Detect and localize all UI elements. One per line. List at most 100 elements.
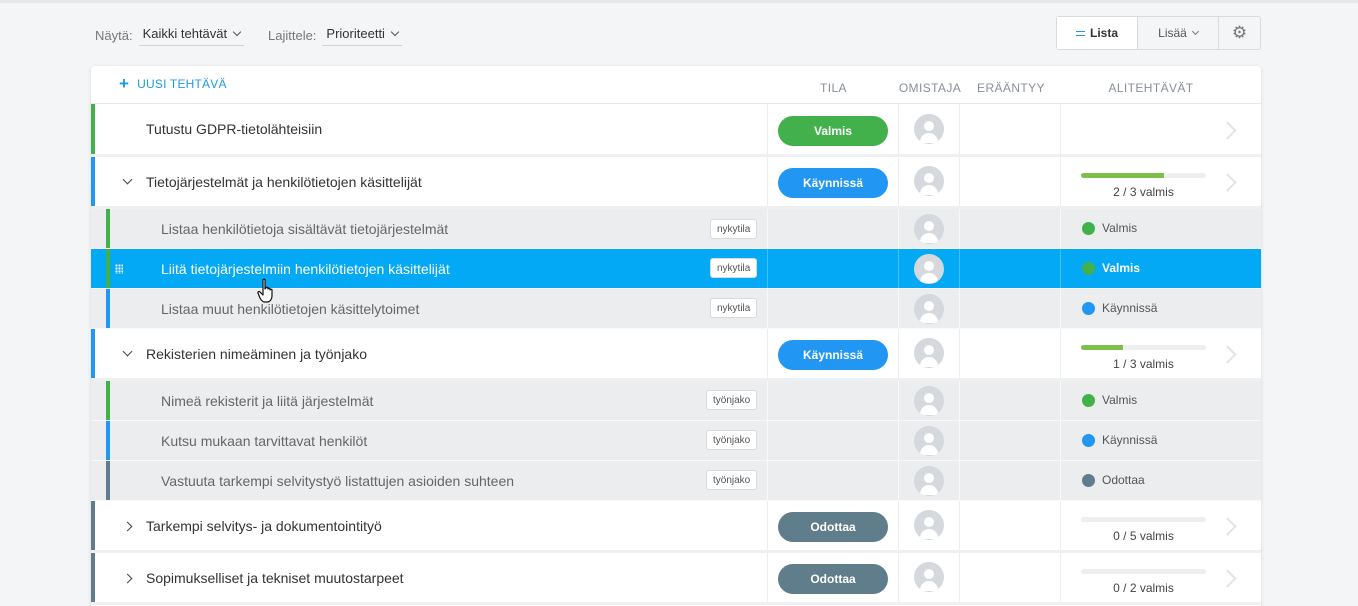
phase-tag[interactable]: työnjako [706,390,758,410]
column-divider [898,209,899,248]
progress-text: 1 / 3 valmis [1113,357,1174,371]
owner-avatar[interactable] [914,294,944,324]
task-row[interactable]: Tietojärjestelmät ja henkilötietojen käs… [91,157,1261,209]
column-divider [898,249,899,288]
task-title[interactable]: Tarkempi selvitys- ja dokumentointityö [146,518,382,534]
column-divider [1060,329,1061,378]
status-badge[interactable]: Käynnissä [778,340,888,370]
subtask-progress: 2 / 3 valmis [1081,173,1206,199]
phase-tag[interactable]: nykytila [710,258,758,278]
owner-avatar[interactable] [914,386,944,416]
column-divider [959,289,960,328]
status-badge[interactable]: Odottaa [778,564,888,594]
owner-avatar[interactable] [914,562,944,592]
phase-tag[interactable]: työnjako [706,430,758,450]
show-filter-dropdown[interactable]: Kaikki tehtävät [138,24,245,46]
status-dot-icon [1082,473,1095,487]
status-dot-icon [1082,433,1095,447]
owner-avatar[interactable] [914,426,944,456]
subtask-row[interactable]: Listaa henkilötietoja sisältävät tietojä… [91,209,1261,249]
subtask-status[interactable]: Käynnissä [1082,433,1157,447]
list-view-button[interactable]: Lista [1057,17,1138,49]
column-divider [767,461,768,500]
owner-avatar[interactable] [914,166,944,196]
column-divider [1060,553,1061,602]
column-header-due[interactable]: ERÄÄNTYY [971,81,1051,95]
subtask-status[interactable]: Odottaa [1082,473,1145,487]
drag-handle-icon[interactable] [115,264,123,274]
subtask-title[interactable]: Listaa muut henkilötietojen käsittelytoi… [161,301,419,317]
task-title[interactable]: Tutustu GDPR-tietolähteisiin [146,121,322,137]
subtask-status-label: Valmis [1102,393,1138,407]
chevron-right-icon[interactable] [122,573,133,584]
more-views-button[interactable]: Lisää [1138,17,1219,49]
column-header-status[interactable]: TILA [806,81,861,95]
chevron-right-icon[interactable] [1218,345,1237,364]
subtask-status-label: Valmis [1102,221,1138,235]
task-list-card: + UUSI TEHTÄVÄ TILA OMISTAJA ERÄÄNTYY AL… [91,66,1261,606]
phase-tag[interactable]: työnjako [706,470,758,490]
status-badge[interactable]: Valmis [778,116,888,146]
status-badge[interactable]: Käynnissä [778,168,888,198]
task-title[interactable]: Rekisterien nimeäminen ja työnjako [146,346,367,362]
task-row[interactable]: Tarkempi selvitys- ja dokumentointityö O… [91,501,1261,553]
column-header-owner[interactable]: OMISTAJA [895,81,965,95]
phase-tag[interactable]: nykytila [710,219,758,239]
column-divider [1060,249,1061,288]
subtask-title[interactable]: Vastuuta tarkempi selvitystyö listattuje… [161,473,514,489]
sort-filter[interactable]: Lajittele: Prioriteetti [268,24,402,46]
subtask-title[interactable]: Liitä tietojärjestelmiin henkilötietojen… [161,261,450,277]
chevron-down-icon [390,27,400,36]
column-divider [767,381,768,420]
task-title[interactable]: Sopimukselliset ja tekniset muutostarpee… [146,570,404,586]
subtask-status[interactable]: Valmis [1082,261,1140,275]
column-header-subtasks[interactable]: ALITEHTÄVÄT [1096,81,1206,95]
chevron-right-icon[interactable] [1218,173,1237,192]
phase-tag[interactable]: nykytila [710,298,758,318]
task-title[interactable]: Tietojärjestelmät ja henkilötietojen käs… [146,174,422,190]
subtask-title[interactable]: Listaa henkilötietoja sisältävät tietojä… [161,221,448,237]
subtask-row[interactable]: Kutsu mukaan tarvittavat henkilöt työnja… [91,421,1261,461]
subtask-status[interactable]: Käynnissä [1082,301,1157,315]
status-stripe [91,329,95,378]
status-stripe [106,209,110,248]
owner-avatar[interactable] [914,510,944,540]
owner-avatar[interactable] [914,214,944,244]
column-divider [767,104,768,154]
subtask-status[interactable]: Valmis [1082,393,1137,407]
chevron-down-icon[interactable] [122,174,133,185]
task-row[interactable]: Sopimukselliset ja tekniset muutostarpee… [91,553,1261,605]
subtask-row[interactable]: Vastuuta tarkempi selvitystyö listattuje… [91,461,1261,501]
chevron-down-icon[interactable] [122,346,133,357]
column-divider [767,421,768,460]
subtask-title[interactable]: Nimeä rekisterit ja liitä järjestelmät [161,393,373,409]
subtask-progress: 0 / 5 valmis [1081,517,1206,543]
sort-filter-dropdown[interactable]: Prioriteetti [322,24,402,46]
subtask-row[interactable]: Nimeä rekisterit ja liitä järjestelmät t… [91,381,1261,421]
chevron-right-icon[interactable] [122,521,133,532]
settings-button[interactable]: ⚙ [1219,17,1260,49]
owner-avatar[interactable] [914,254,944,284]
subtask-title[interactable]: Kutsu mukaan tarvittavat henkilöt [161,433,367,449]
subtask-status-label: Odottaa [1102,473,1145,487]
owner-avatar[interactable] [914,114,944,144]
chevron-right-icon[interactable] [1218,121,1237,140]
show-filter[interactable]: Näytä: Kaikki tehtävät [95,24,245,46]
subtask-status[interactable]: Valmis [1082,221,1137,235]
column-divider [898,501,899,550]
status-stripe [106,249,110,288]
owner-avatar[interactable] [914,338,944,368]
status-dot-icon [1082,261,1095,275]
task-row[interactable]: Rekisterien nimeäminen ja työnjako Käynn… [91,329,1261,381]
column-divider [959,501,960,550]
progress-fill [1081,345,1123,350]
owner-avatar[interactable] [914,466,944,496]
column-divider [959,329,960,378]
task-row[interactable]: Tutustu GDPR-tietolähteisiin Valmis [91,104,1261,157]
new-task-button[interactable]: + UUSI TEHTÄVÄ [119,75,227,92]
status-badge[interactable]: Odottaa [778,512,888,542]
chevron-right-icon[interactable] [1218,569,1237,588]
subtask-status-label: Valmis [1102,261,1141,275]
chevron-right-icon[interactable] [1218,517,1237,536]
status-stripe [91,157,95,206]
